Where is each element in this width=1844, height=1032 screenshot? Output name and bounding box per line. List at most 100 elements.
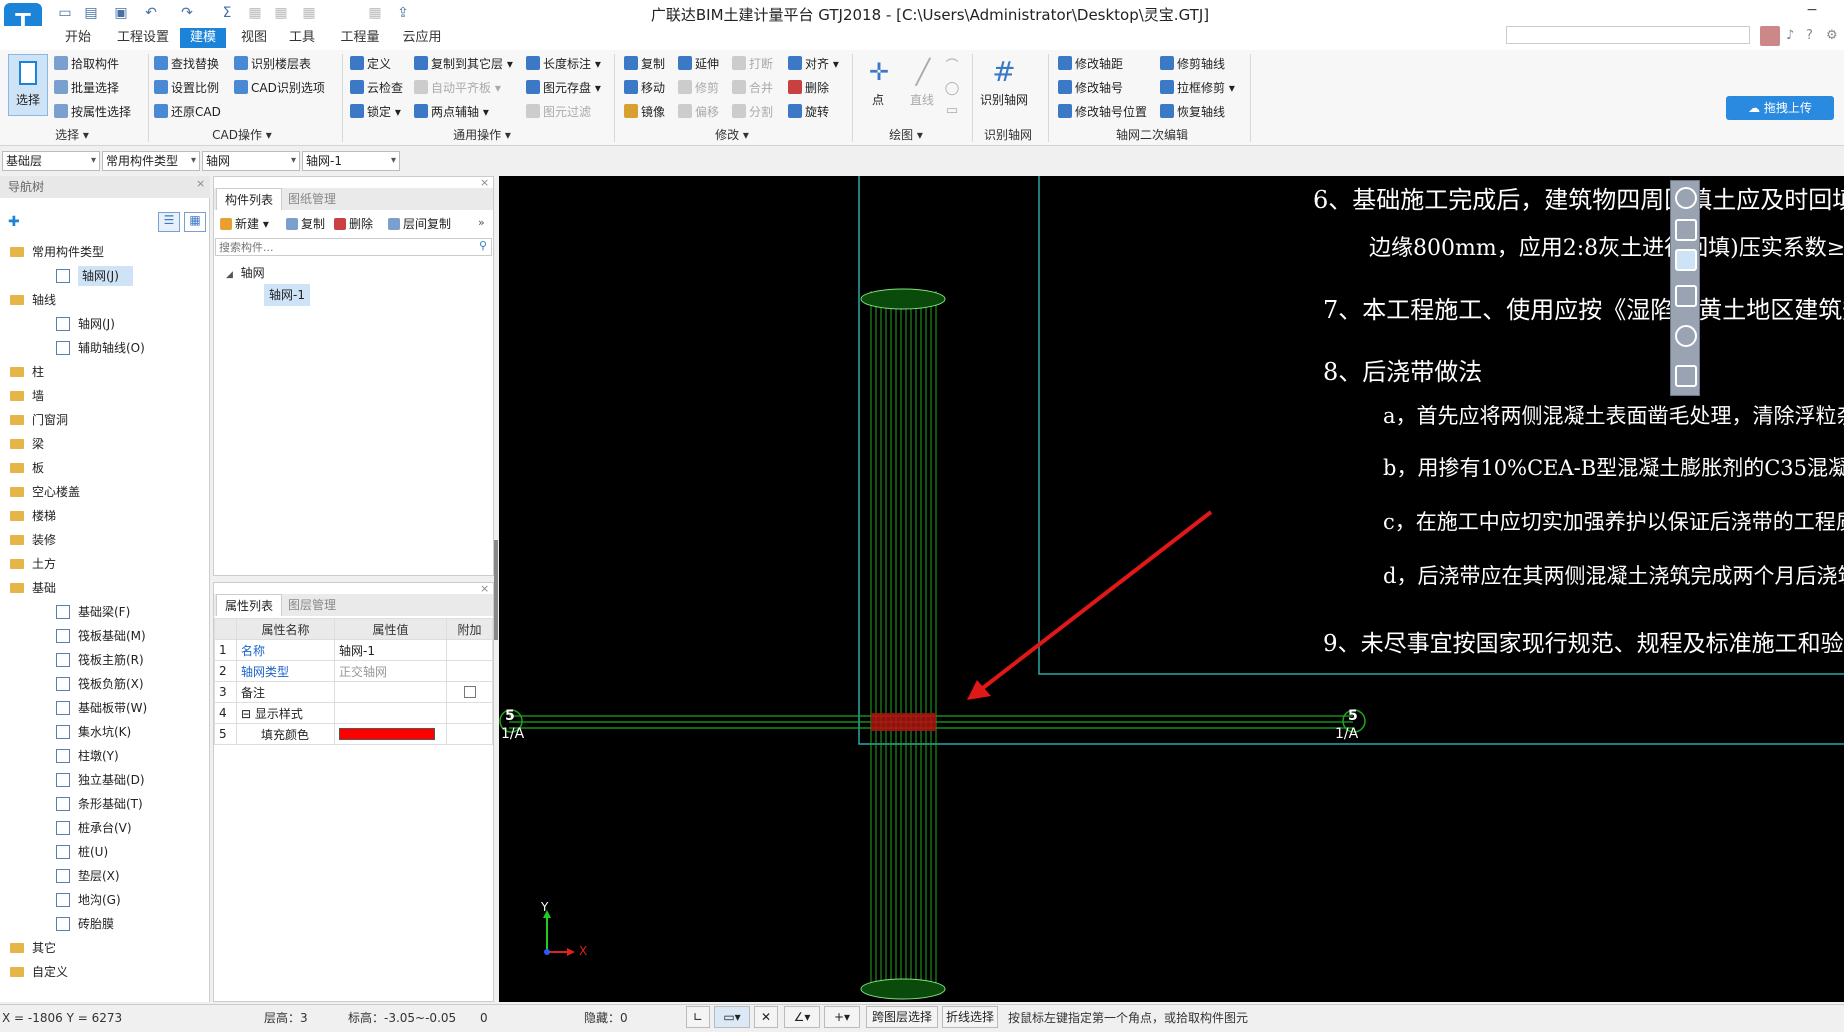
nav-item[interactable]: 土方	[0, 552, 208, 576]
identify-axis-icon[interactable]: #	[988, 56, 1020, 88]
tab-cloud[interactable]: 云应用	[396, 28, 448, 48]
draw-group-label[interactable]: 绘图 ▾	[876, 126, 936, 144]
view-settings-icon[interactable]	[1675, 365, 1697, 387]
nav-item[interactable]: 装修	[0, 528, 208, 552]
drawing-canvas[interactable]: 6、基础施工完成后，建筑物四周回填土应及时回填(上部宽出散水300mm，下部宽出…	[499, 176, 1844, 1002]
nav-item[interactable]: 条形基础(T)	[0, 792, 208, 816]
nav-item[interactable]: 其它	[0, 936, 208, 960]
tab-start[interactable]: 开始	[58, 28, 98, 48]
nav-item[interactable]: 砖胎膜	[0, 912, 208, 936]
nav-item[interactable]: 墙	[0, 384, 208, 408]
prop-value[interactable]: 轴网-1	[334, 639, 447, 661]
open-file-icon[interactable]: ▤	[82, 4, 100, 22]
arc-tools-icon[interactable]: ⌒ ◯ ▭	[944, 56, 960, 126]
modify-group-label[interactable]: 修改 ▾	[700, 126, 764, 144]
component-search-box[interactable]: ⚲	[215, 238, 492, 256]
avatar[interactable]	[1760, 26, 1780, 46]
component-instance-select[interactable]: 轴网-1	[302, 151, 400, 171]
nav-item[interactable]: 柱	[0, 360, 208, 384]
lock-button[interactable]: 锁定 ▾	[350, 102, 401, 122]
cloud-check-button[interactable]: 云检查	[350, 78, 403, 98]
tab-component-list[interactable]: 构件列表	[216, 188, 283, 210]
select-group-label[interactable]: 选择 ▾	[40, 126, 104, 144]
nav-pin-icon[interactable]: ✚	[8, 214, 20, 230]
rotate-view-icon[interactable]	[1675, 325, 1697, 347]
redo-icon[interactable]: ↷	[178, 4, 196, 22]
new-file-icon[interactable]: ▭	[56, 4, 74, 22]
view-cube-icon[interactable]	[1675, 219, 1697, 241]
identify-floor-table-button[interactable]: 识别楼层表	[234, 54, 311, 74]
panel-splitter[interactable]	[494, 540, 498, 640]
nav-item[interactable]: 轴线	[0, 288, 208, 312]
component-type-select[interactable]: 常用构件类型	[102, 151, 200, 171]
tab-quantities[interactable]: 工程量	[334, 28, 386, 48]
grid-view-icon[interactable]: ▦	[184, 212, 206, 232]
sum-icon[interactable]: Σ	[218, 4, 236, 22]
nav-item[interactable]: 常用构件类型	[0, 240, 208, 264]
pick-component-button[interactable]: 拾取构件	[54, 54, 119, 74]
select-button[interactable]: 选择	[8, 54, 48, 116]
tab-drawing-management[interactable]: 图纸管理	[280, 188, 344, 210]
copy-button[interactable]: 复制	[624, 54, 665, 74]
new-component-button[interactable]: 新建 ▾	[220, 214, 269, 234]
nav-item[interactable]: 桩承台(V)	[0, 816, 208, 840]
print-icon[interactable]: ▦	[272, 4, 290, 22]
general-group-label[interactable]: 通用操作 ▾	[440, 126, 524, 144]
modify-axis-number-position-button[interactable]: 修改轴号位置	[1058, 102, 1147, 122]
modify-axis-distance-button[interactable]: 修改轴距	[1058, 54, 1123, 74]
cross-icon[interactable]: ✕	[754, 1006, 778, 1028]
nav-item[interactable]: 桩(U)	[0, 840, 208, 864]
point-label[interactable]: 点	[872, 90, 884, 110]
more-icon[interactable]: »	[478, 216, 485, 229]
prop-value[interactable]: 正交轴网	[334, 660, 447, 682]
restore-cad-button[interactable]: 还原CAD	[154, 102, 221, 122]
report-icon[interactable]: ▦	[246, 4, 264, 22]
nav-item[interactable]: 辅助轴线(O)	[0, 336, 208, 360]
offset-button[interactable]: 偏移	[678, 102, 719, 122]
copy-component-button[interactable]: 复制	[286, 214, 325, 234]
nav-item[interactable]: 楼梯	[0, 504, 208, 528]
component-tree-root[interactable]: ◢ 轴网	[226, 264, 265, 281]
nav-item[interactable]: 基础板带(W)	[0, 696, 208, 720]
nav-close-icon[interactable]: ×	[196, 177, 205, 190]
export-icon[interactable]: ⇪	[394, 4, 412, 22]
restore-axis-button[interactable]: 恢复轴线	[1160, 102, 1225, 122]
split-button[interactable]: 分割	[732, 102, 773, 122]
select-by-attr-button[interactable]: 按属性选择	[54, 102, 131, 122]
component-category-select[interactable]: 轴网	[202, 151, 300, 171]
point-icon[interactable]: ✛	[864, 58, 894, 88]
component-close-icon[interactable]: ×	[480, 176, 489, 189]
two-point-axis-button[interactable]: 两点辅轴 ▾	[414, 102, 489, 122]
nav-item[interactable]: 基础梁(F)	[0, 600, 208, 624]
grid-icon[interactable]: ▦	[366, 4, 384, 22]
identify-axis-button[interactable]: 识别轴网	[980, 90, 1028, 110]
save-element-button[interactable]: 图元存盘 ▾	[526, 78, 601, 98]
polyline-select-button[interactable]: 折线选择	[942, 1006, 998, 1028]
rotate-button[interactable]: 旋转	[788, 102, 829, 122]
set-scale-button[interactable]: 设置比例	[154, 78, 219, 98]
table-row[interactable]: 4 ⊟ 显示样式	[214, 702, 493, 724]
align-button[interactable]: 对齐 ▾	[788, 54, 839, 74]
prop-name[interactable]: ⊟ 显示样式	[236, 702, 335, 724]
merge-button[interactable]: 合并	[732, 78, 773, 98]
nav-item[interactable]: 筏板基础(M)	[0, 624, 208, 648]
length-dimension-button[interactable]: 长度标注 ▾	[526, 54, 601, 74]
tab-tools[interactable]: 工具	[282, 28, 322, 48]
prop-value[interactable]	[334, 723, 447, 745]
table-row[interactable]: 5 填充颜色	[214, 723, 493, 745]
nav-item[interactable]: 集水坑(K)	[0, 720, 208, 744]
tab-modeling[interactable]: 建模	[180, 28, 226, 48]
undo-icon[interactable]: ↶	[142, 4, 160, 22]
delete-button[interactable]: 删除	[788, 78, 829, 98]
cross-layer-select-button[interactable]: 跨图层选择	[866, 1006, 938, 1028]
nav-item[interactable]: 筏板负筋(X)	[0, 672, 208, 696]
break-button[interactable]: 打断	[732, 54, 773, 74]
define-button[interactable]: 定义	[350, 54, 391, 74]
table-row[interactable]: 3 备注	[214, 681, 493, 703]
iso-view-icon[interactable]	[1675, 285, 1697, 307]
find-replace-button[interactable]: 查找替换	[154, 54, 219, 74]
check-icon[interactable]: ▦	[300, 4, 318, 22]
nav-item[interactable]: 空心楼盖	[0, 480, 208, 504]
move-button[interactable]: 移动	[624, 78, 665, 98]
ortho-icon[interactable]: ∟	[686, 1006, 710, 1028]
